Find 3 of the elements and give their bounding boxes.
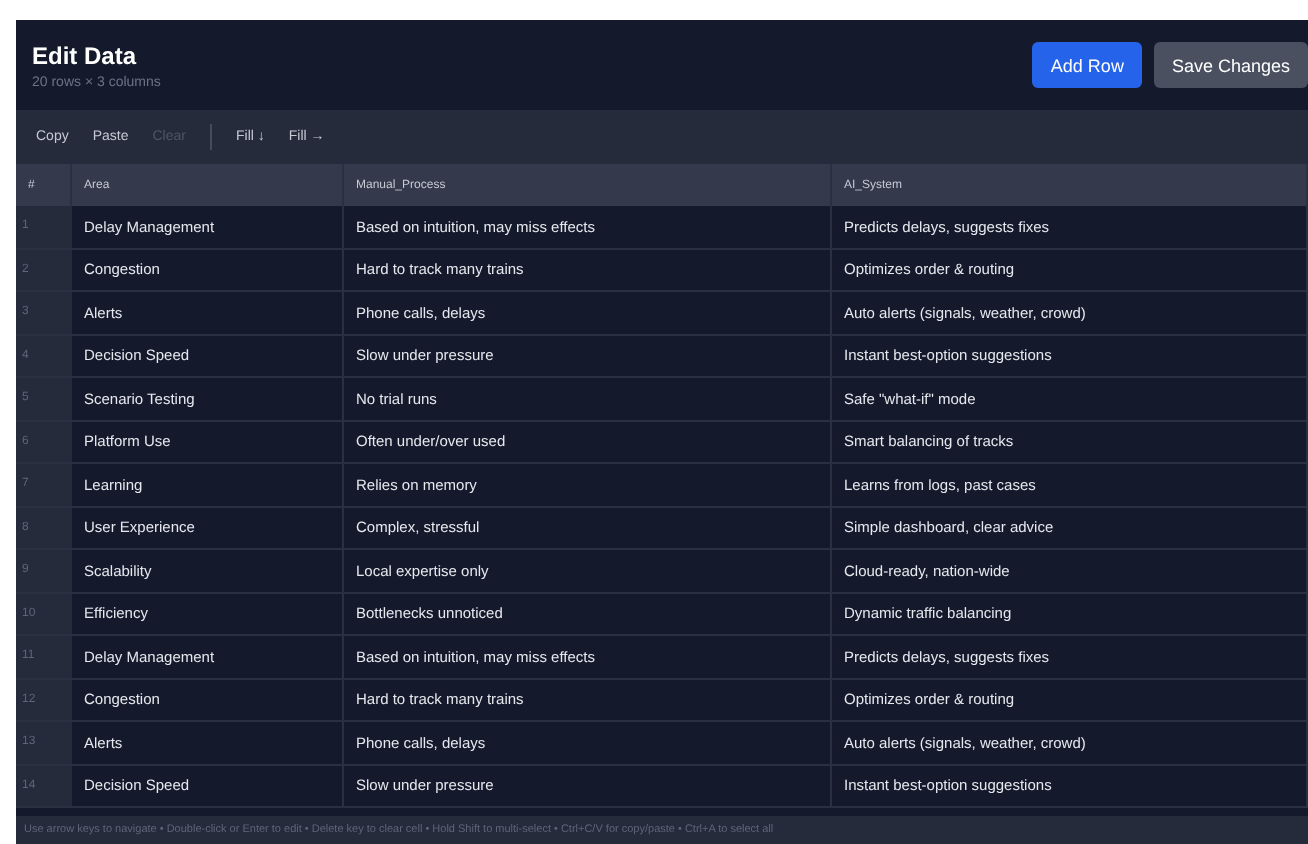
add-row-button[interactable]: Add Row	[1032, 42, 1142, 88]
save-button[interactable]: Save Changes	[1153, 42, 1308, 88]
panel-title: Edit Data	[32, 41, 139, 69]
